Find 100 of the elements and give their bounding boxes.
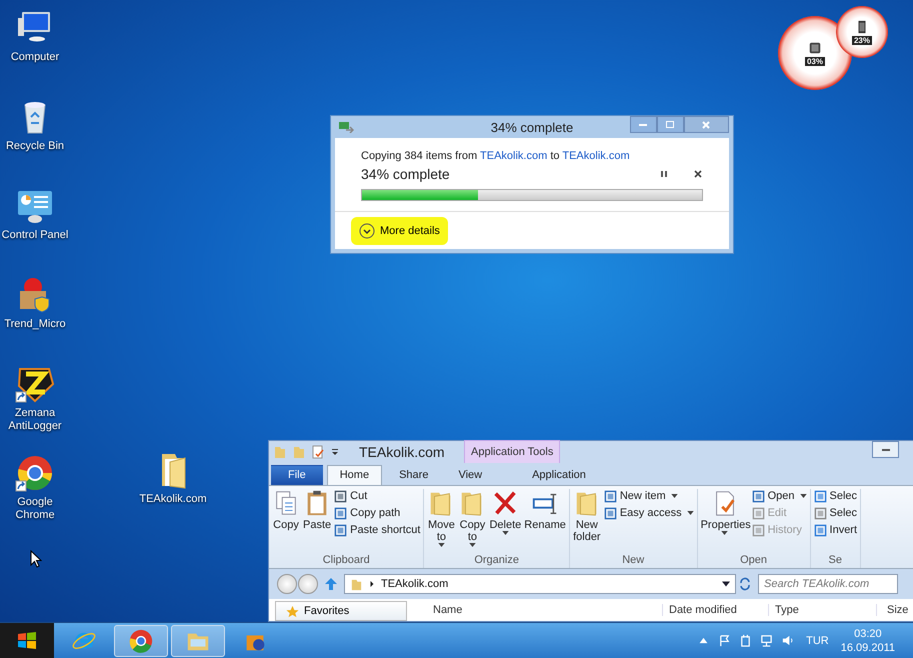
chrome-logo-icon[interactable] [15,453,55,493]
copy-message: Copying 384 items from TEAkolik.com to TEAkolik.com [361,150,631,162]
ribbon-button[interactable]: Paste [302,488,332,554]
favorites-item[interactable]: Favorites [275,601,407,621]
progress-status: 34% complete [361,166,450,182]
star-icon [286,604,299,618]
ribbon-button[interactable]: Rename [523,488,567,554]
ribbon-group-label: Se [828,554,844,568]
ribbon-button[interactable]: Selec [812,488,858,504]
ribbon-button[interactable]: Cut [333,488,422,504]
caret-icon [670,494,678,498]
command-icon [814,506,827,520]
dropdown-icon[interactable] [330,447,340,457]
speaker-icon[interactable] [781,634,794,647]
desktop-icon-label[interactable]: Google Chrome [1,496,69,522]
ribbon-button[interactable]: Paste shortcut [333,522,422,538]
ribbon-group-label: Organize [473,554,520,568]
folder-icon [273,445,287,459]
column-header[interactable]: Date modified [663,604,769,616]
ribbon-button[interactable]: Copy path [333,506,422,521]
ribbon-group-label: New [621,554,646,568]
ribbon-tab[interactable]: Application [513,464,605,485]
column-header[interactable]: Type [769,604,877,616]
ribbon-button[interactable]: Move to [426,488,456,554]
cpu-reading: 03% [804,56,825,66]
close-button[interactable] [684,116,729,133]
minimize-icon [882,448,890,450]
caret-icon [438,542,445,547]
ribbon-button[interactable]: New item [602,488,695,504]
caret-icon[interactable] [722,581,730,588]
address-bar[interactable]: TEAkolik.com [344,574,736,594]
chrome-logo-icon [128,628,154,654]
command-icon [604,490,617,503]
context-tab-group: Application Tools [464,440,560,463]
ribbon-tab[interactable]: View [445,464,496,485]
chevron-down-icon [359,222,375,238]
folder-icon [350,578,363,591]
command-icon [752,490,765,503]
desktop-icon-label[interactable]: Trend_Micro [4,318,66,331]
command-icon [604,506,617,520]
ribbon-button[interactable]: Easy access [602,506,695,521]
more-details-button[interactable]: More details [351,216,448,244]
desktop-icon-label[interactable]: Control Panel [2,229,68,242]
ribbon-button[interactable]: New folder [572,488,602,554]
column-header[interactable]: Name [417,604,663,616]
ribbon-button[interactable]: Delete [488,488,522,554]
refresh-icon[interactable] [738,577,752,592]
minimize-button[interactable] [872,441,899,458]
ribbon-button[interactable]: Properties [700,488,750,554]
ribbon-tab[interactable]: Home [326,464,382,485]
command-icon [334,524,348,537]
copy-icon [338,121,354,133]
command-icon [334,490,348,503]
memory-reading: 23% [852,36,872,44]
ribbon-group-label: Open [739,554,768,568]
ribbon-button[interactable]: Invert [812,522,858,538]
back-forward-buttons[interactable] [277,574,318,594]
properties-icon[interactable] [311,445,325,459]
caret-icon [686,511,694,516]
taskbar-button[interactable] [171,624,225,656]
mouse-pointer-icon [30,550,42,568]
desktop-icon-label[interactable]: TEAkolik.com [139,493,207,506]
caret-icon [502,530,509,535]
command-icon [334,506,348,520]
destination-link[interactable]: TEAkolik.com [562,150,630,162]
ribbon-button[interactable]: Selec [812,506,858,521]
command-icon [814,524,827,537]
ribbon-group-label: Clipboard [322,554,371,568]
close-icon [701,120,712,130]
ribbon-button[interactable]: Copy [271,488,301,554]
column-header[interactable]: Size [877,604,913,616]
network-icon[interactable] [760,634,774,647]
caret-icon [800,494,807,498]
ribbon-button[interactable]: Open [750,488,808,504]
command-icon [814,490,827,503]
caret-icon [468,542,476,547]
search-field[interactable]: Search TEAkolik.com [758,574,898,594]
caret-icon [721,530,728,535]
desktop-icon-label[interactable]: Zemana AntiLogger [1,407,69,433]
start-button[interactable] [0,623,54,658]
maximize-button[interactable] [656,116,684,133]
command-icon [752,524,765,537]
dialog-title: 34% complete [490,120,574,134]
minimize-button[interactable] [630,116,657,133]
cancel-icon[interactable] [693,169,703,179]
pause-icon[interactable] [659,169,669,179]
power-plug-icon[interactable] [739,634,752,647]
desktop-icon-label[interactable]: Recycle Bin [6,140,64,153]
maximize-icon [665,120,676,130]
flag-icon[interactable] [718,634,732,647]
file-menu-tab[interactable]: File [271,464,323,485]
command-icon [752,506,765,520]
breadcrumb-arrow-icon[interactable] [369,581,375,588]
source-link[interactable]: TEAkolik.com [480,150,548,162]
ribbon-button[interactable]: Copy to [457,488,488,554]
ribbon-tab[interactable]: Share [386,464,442,485]
up-arrow-icon[interactable] [324,577,338,592]
desktop-icon-label[interactable]: Computer [10,51,60,64]
clock[interactable]: 03:20 16.09.2011 [840,626,895,654]
taskbar-button[interactable] [114,624,168,656]
